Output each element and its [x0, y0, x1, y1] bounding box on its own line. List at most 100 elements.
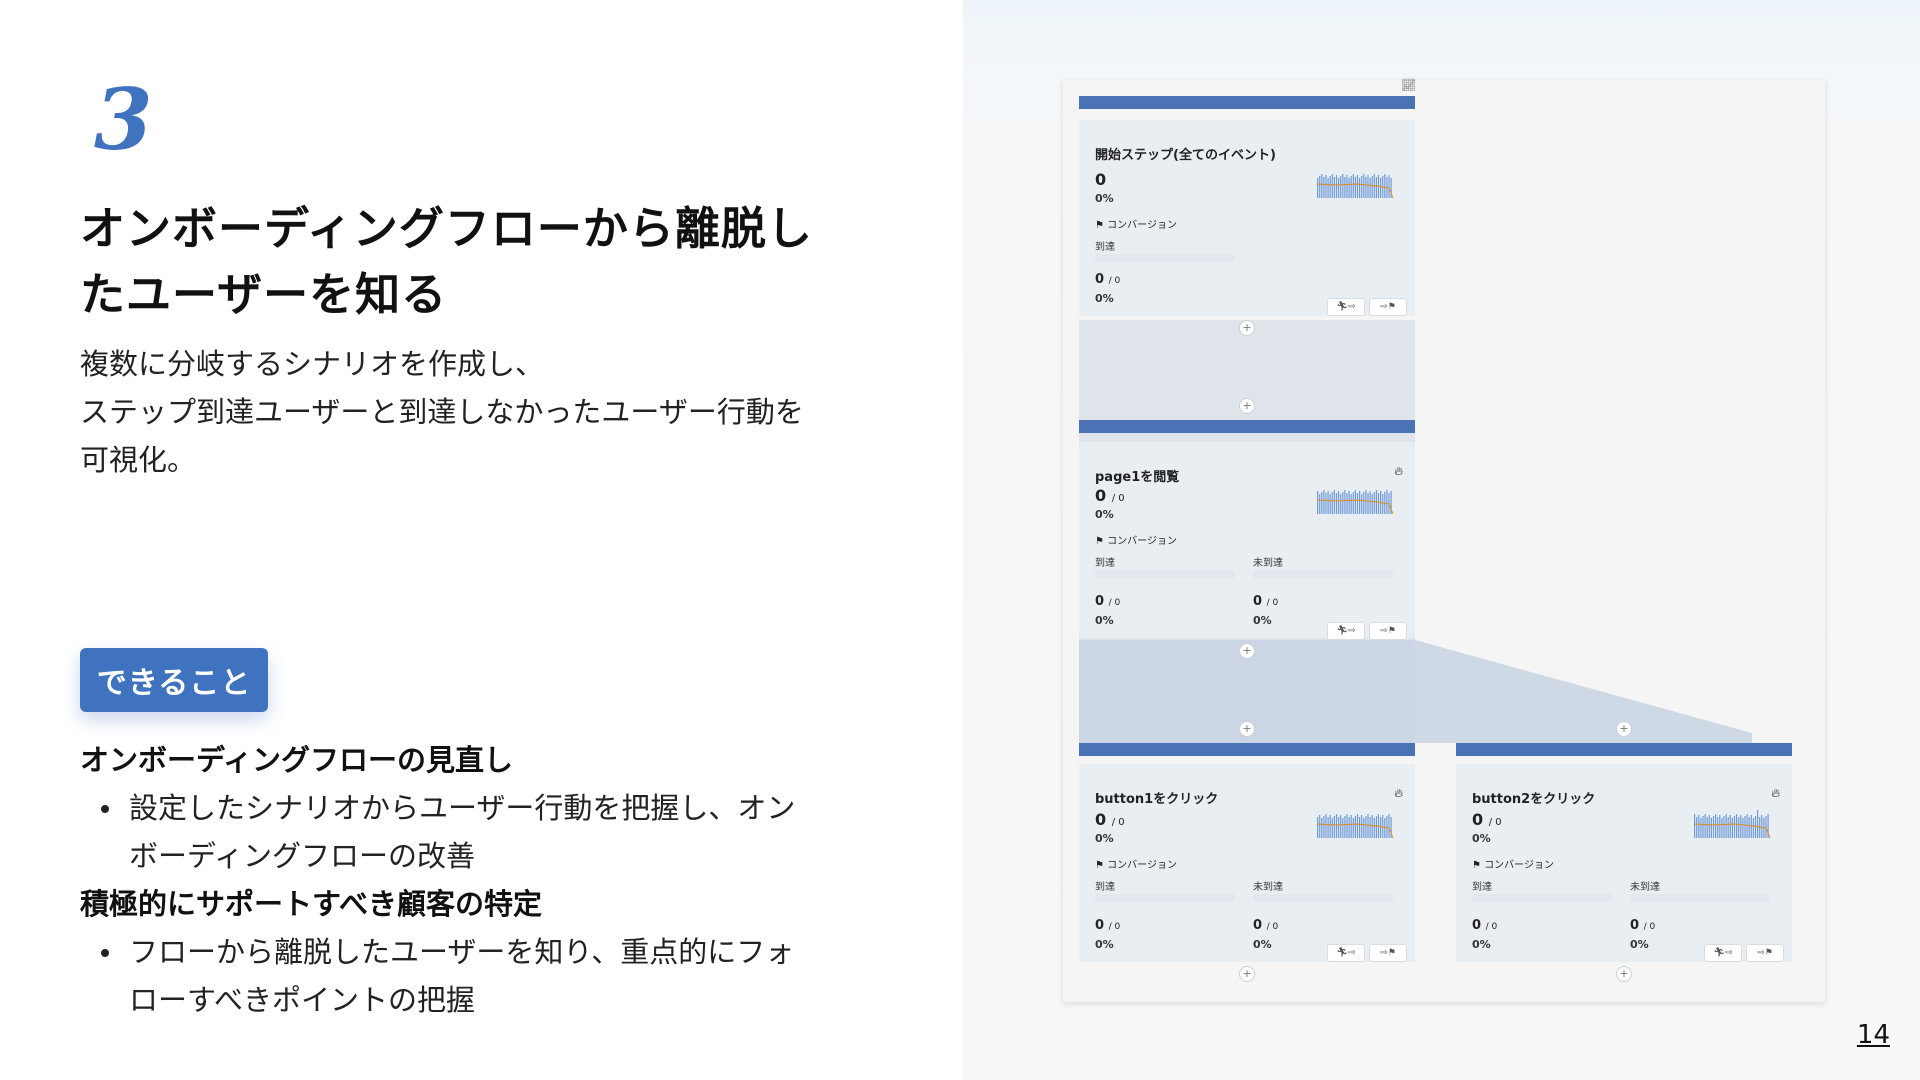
sparkline-bar [1333, 490, 1335, 514]
conversion-label: ⚑ コンバージョン [1095, 220, 1177, 231]
arrow-flag-button[interactable]: ⇨ ⚑ [1746, 944, 1784, 962]
sparkline-bar [1335, 175, 1338, 198]
card-count: 0 / 0 [1095, 810, 1125, 829]
sparkline-bar [1757, 810, 1759, 838]
card-percent: 0% [1095, 508, 1114, 521]
arrow-flag-button[interactable]: ⇨ ⚑ [1369, 944, 1407, 962]
arrow-icon: ⇨ [1347, 302, 1356, 312]
sparkline-bar [1344, 177, 1346, 198]
sparkline-bar [1350, 494, 1352, 514]
point-1-line-1: 設定したシナリオからユーザー行動を把握し、オン [129, 791, 796, 825]
not-reached-count: 0 / 0 [1253, 594, 1279, 609]
sparkline-bar [1321, 174, 1323, 198]
reached-percent: 0% [1095, 938, 1114, 951]
sparkline-bar [1715, 814, 1717, 838]
runner-arrow-button[interactable]: 🏃︎ ⇨ [1327, 944, 1365, 962]
capabilities-badge: できること [80, 648, 268, 712]
sparkline-bar [1702, 816, 1704, 838]
sparkline-bar [1369, 817, 1371, 838]
sparkline-bar [1380, 817, 1382, 838]
sparkline-bar [1331, 174, 1333, 198]
sparkline-bar [1742, 818, 1744, 838]
flag-icon: ⚑ [1472, 860, 1485, 871]
sparkline-bar [1352, 174, 1354, 198]
capability-points: オンボーディングフローの見直し 設定したシナリオからユーザー行動を把握し、オン … [80, 736, 920, 1024]
sparkline-bar [1319, 494, 1321, 514]
add-step-button[interactable]: + [1616, 966, 1632, 982]
sparkline-bar [1317, 491, 1319, 514]
card-percent: 0% [1095, 832, 1114, 845]
runner-arrow-button[interactable]: 🏃︎ ⇨ [1704, 944, 1742, 962]
sparkline-bar [1338, 491, 1340, 514]
sparkline-bar [1719, 815, 1721, 838]
card-button2[interactable]: button2をクリック 🔥︎ 0 / 0 0% ⚑ コンバージョン 到達 未到… [1456, 764, 1792, 962]
flame-icon: 🔥︎ [1394, 464, 1403, 478]
runner-icon: 🏃︎ [1336, 302, 1348, 312]
card-title: page1を閲覧 [1095, 470, 1180, 485]
sparkline-bar [1386, 816, 1388, 838]
card-actions: 🏃︎ ⇨ ⇨ ⚑ [1704, 944, 1784, 962]
sparkline-bar [1321, 492, 1323, 514]
not-reached-label: 未到達 [1630, 882, 1660, 893]
card-button1[interactable]: button1をクリック 🔥︎ 0 / 0 0% ⚑ コンバージョン 到達 未到… [1079, 764, 1415, 962]
sparkline-bar [1325, 814, 1327, 838]
card-count: 0 / 0 [1472, 810, 1502, 829]
sparkline-bar [1738, 817, 1740, 838]
arrow-flag-button[interactable]: ⇨ ⚑ [1369, 298, 1407, 316]
not-reached-label: 未到達 [1253, 558, 1283, 569]
sparkline-bar [1388, 814, 1390, 838]
sparkline-bar [1323, 177, 1325, 198]
not-reached-percent: 0% [1253, 938, 1272, 951]
sparkline-bar [1329, 176, 1331, 198]
sparkline-bar [1367, 175, 1369, 198]
sparkline-bar [1723, 816, 1725, 838]
slide-description: 複数に分岐するシナリオを作成し、 ステップ到達ユーザーと到達しなかったユーザー行… [80, 340, 900, 484]
arrow-icon: ⇨ [1757, 948, 1765, 958]
sparkline-bar [1373, 818, 1375, 838]
flag-icon: ⚑ [1764, 948, 1773, 958]
sparkline-bar [1354, 490, 1356, 514]
card-actions: 🏃︎ ⇨ ⇨ ⚑ [1327, 944, 1407, 962]
reached-count: 0 / 0 [1095, 594, 1121, 609]
arrow-flag-button[interactable]: ⇨ ⚑ [1369, 622, 1407, 640]
add-step-button[interactable]: + [1239, 966, 1255, 982]
reached-count: 0 / 0 [1095, 918, 1121, 933]
flag-icon: ⚑ [1387, 302, 1396, 312]
card-title: button1をクリック [1095, 792, 1219, 807]
sparkline-bar [1373, 492, 1375, 514]
sparkline-bar [1346, 175, 1348, 198]
sparkline-bar [1367, 814, 1369, 838]
add-step-button[interactable]: + [1239, 721, 1255, 737]
sparkline-bar [1369, 178, 1371, 198]
add-step-button[interactable]: + [1239, 320, 1255, 336]
runner-arrow-button[interactable]: 🏃︎ ⇨ [1327, 298, 1365, 316]
sparkline-bar [1744, 816, 1746, 838]
line-chart-icon[interactable]: 📈︎ [1401, 78, 1416, 92]
reached-label: 到達 [1095, 242, 1115, 253]
sparkline-bar [1363, 818, 1365, 838]
sparkline-bar [1340, 815, 1342, 838]
sparkline-bar [1354, 816, 1356, 838]
card-title: 開始ステップ(全てのイベント) [1095, 148, 1276, 163]
card-start-step[interactable]: 開始ステップ(全てのイベント) 0 0% ⚑ コンバージョン 到達 0 / 0 … [1079, 120, 1415, 316]
add-step-button[interactable]: + [1239, 398, 1255, 414]
arrow-icon: ⇨ [1724, 948, 1733, 958]
slide-title: オンボーディングフローから離脱し たユーザーを知る [80, 196, 900, 328]
card-page1[interactable]: page1を閲覧 🔥︎ 0 / 0 0% ⚑ コンバージョン 到達 未到達 0 … [1079, 442, 1415, 640]
not-reached-percent: 0% [1630, 938, 1649, 951]
runner-arrow-button[interactable]: 🏃︎ ⇨ [1327, 622, 1365, 640]
divider [1630, 894, 1770, 902]
sparkline-bar [1333, 816, 1335, 838]
divider [1095, 254, 1235, 262]
card-actions: 🏃︎ ⇨ ⇨ ⚑ [1327, 622, 1407, 640]
sparkline-bar [1329, 494, 1331, 514]
reached-label: 到達 [1472, 882, 1492, 893]
add-step-button[interactable]: + [1616, 721, 1632, 737]
add-step-button[interactable]: + [1239, 643, 1255, 659]
card2-bar [1079, 420, 1415, 433]
sparkline-bar [1750, 815, 1752, 838]
sparkline-bar [1696, 817, 1698, 838]
flag-icon: ⚑ [1095, 220, 1108, 231]
point-2-item: フローから離脱したユーザーを知り、重点的にフォ ローすべきポイントの把握 [80, 928, 920, 1024]
divider [1253, 894, 1393, 902]
